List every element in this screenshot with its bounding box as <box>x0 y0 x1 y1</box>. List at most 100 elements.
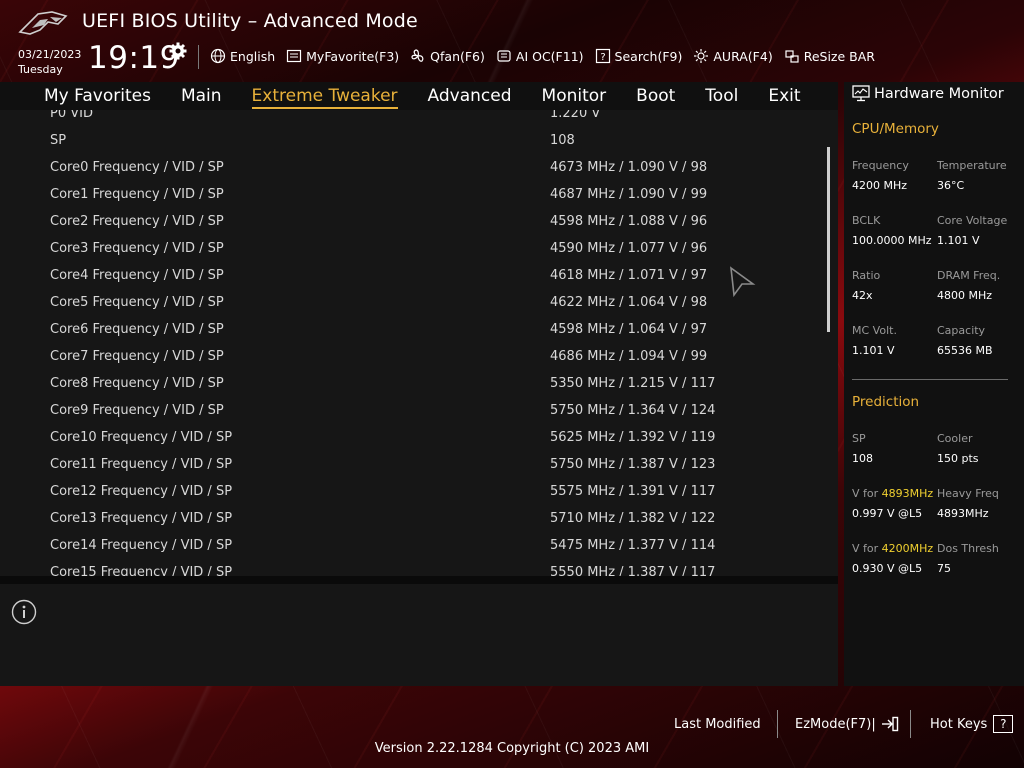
header-separator <box>198 45 199 69</box>
item-value: 5625 MHz / 1.392 V / 119 <box>550 430 716 445</box>
list-item[interactable]: Core7 Frequency / VID / SP 4686 MHz / 1.0… <box>0 344 820 371</box>
hot-keys-label: Hot Keys <box>930 716 988 732</box>
hw-v-for-base-label: V for 4200MHz <box>852 539 933 559</box>
rog-logo-icon <box>18 11 68 35</box>
item-value: 108 <box>550 133 575 148</box>
item-label: Core2 Frequency / VID / SP <box>50 214 224 229</box>
mouse-cursor-icon <box>730 266 756 298</box>
hw-heavy-freq-value: 4893MHz <box>937 507 989 520</box>
item-label: Core12 Frequency / VID / SP <box>50 484 233 499</box>
ai-oc-button[interactable]: AI OC(F11) <box>496 47 584 65</box>
item-value: 4673 MHz / 1.090 V / 98 <box>550 160 708 175</box>
monitor-icon <box>852 85 870 102</box>
hw-dos-thresh-value: 75 <box>937 562 951 575</box>
hw-dos-thresh-label: Dos Thresh <box>937 542 999 555</box>
tab-extreme-tweaker[interactable]: Extreme Tweaker <box>251 85 398 109</box>
hw-core-voltage-value: 1.101 V <box>937 234 980 247</box>
list-item[interactable]: Core10 Frequency / VID / SP 5625 MHz / 1.… <box>0 425 820 452</box>
qfan-label: Qfan(F6) <box>430 48 485 64</box>
list-scrollbar[interactable] <box>827 147 830 332</box>
resize-bar-button[interactable]: ReSize BAR <box>784 47 875 65</box>
date-text: 03/21/2023 <box>18 48 82 61</box>
hw-temperature-label: Temperature <box>937 159 1007 172</box>
hot-keys-button[interactable]: Hot Keys ? <box>930 714 1014 734</box>
item-value: 5710 MHz / 1.382 V / 122 <box>550 511 716 526</box>
item-label: Core5 Frequency / VID / SP <box>50 295 224 310</box>
hardware-monitor-header: Hardware Monitor <box>852 85 1004 102</box>
header: UEFI BIOS Utility – Advanced Mode 03/21/… <box>0 0 1024 82</box>
hw-mc-volt: MC Volt. 1.101 V <box>852 321 897 361</box>
hw-frequency-label: Frequency <box>852 159 909 172</box>
item-label: Core11 Frequency / VID / SP <box>50 457 233 472</box>
item-value: 5475 MHz / 1.377 V / 114 <box>550 538 716 553</box>
aura-button[interactable]: AURA(F4) <box>693 47 773 65</box>
globe-icon <box>210 48 226 64</box>
list-item[interactable]: Core0 Frequency / VID / SP 4673 MHz / 1.0… <box>0 155 820 182</box>
hw-bclk-value: 100.0000 MHz <box>852 234 932 247</box>
tab-monitor[interactable]: Monitor <box>542 85 607 109</box>
tab-advanced[interactable]: Advanced <box>428 85 512 109</box>
list-item[interactable]: Core6 Frequency / VID / SP 4598 MHz / 1.0… <box>0 317 820 344</box>
list-item[interactable]: P0 VID 1.220 V <box>0 110 820 128</box>
ai-oc-label: AI OC(F11) <box>515 48 584 64</box>
toolbar: English MyFavorite(F3) Qfan(F6) AI OC(F1… <box>210 47 875 65</box>
list-item[interactable]: Core15 Frequency / VID / SP 5550 MHz / 1.… <box>0 560 820 576</box>
item-value: 4686 MHz / 1.094 V / 99 <box>550 349 708 364</box>
hw-cooler-label: Cooler <box>937 432 973 445</box>
hw-sp-label: SP <box>852 432 866 445</box>
tab-my-favorites[interactable]: My Favorites <box>44 85 151 109</box>
gear-icon[interactable] <box>169 42 187 60</box>
language-button[interactable]: English <box>210 47 275 65</box>
tab-main[interactable]: Main <box>181 85 222 109</box>
hw-ratio-label: Ratio <box>852 269 881 282</box>
hw-capacity-label: Capacity <box>937 324 986 337</box>
list-item[interactable]: Core2 Frequency / VID / SP 4598 MHz / 1.0… <box>0 209 820 236</box>
list-item[interactable]: Core8 Frequency / VID / SP 5350 MHz / 1.2… <box>0 371 820 398</box>
info-icon <box>11 599 37 625</box>
main-nav: My Favorites Main Extreme Tweaker Advanc… <box>44 85 831 109</box>
list-item[interactable]: Core1 Frequency / VID / SP 4687 MHz / 1.0… <box>0 182 820 209</box>
item-label: Core9 Frequency / VID / SP <box>50 403 224 418</box>
item-label: Core7 Frequency / VID / SP <box>50 349 224 364</box>
list-item[interactable]: Core13 Frequency / VID / SP 5710 MHz / 1.… <box>0 506 820 533</box>
hw-v-for-base: V for 4200MHz 0.930 V @L5 <box>852 539 933 579</box>
item-value: 4687 MHz / 1.090 V / 99 <box>550 187 708 202</box>
aura-label: AURA(F4) <box>713 48 773 64</box>
list-item[interactable]: Core4 Frequency / VID / SP 4618 MHz / 1.0… <box>0 263 820 290</box>
hw-frequency: Frequency 4200 MHz <box>852 156 909 196</box>
last-modified-button[interactable]: Last Modified <box>674 714 761 734</box>
qfan-button[interactable]: Qfan(F6) <box>410 47 485 65</box>
list-item[interactable]: Core9 Frequency / VID / SP 5750 MHz / 1.3… <box>0 398 820 425</box>
footer-separator <box>777 710 778 738</box>
hw-core-voltage: Core Voltage 1.101 V <box>937 211 1007 251</box>
list-item[interactable]: Core3 Frequency / VID / SP 4590 MHz / 1.0… <box>0 236 820 263</box>
list-item[interactable]: Core5 Frequency / VID / SP 4622 MHz / 1.0… <box>0 290 820 317</box>
hw-v-for-heavy-label: V for 4893MHz <box>852 484 933 504</box>
hw-frequency-value: 4200 MHz <box>852 179 908 192</box>
svg-text:?: ? <box>600 52 605 63</box>
tab-exit[interactable]: Exit <box>768 85 800 109</box>
item-label: SP <box>50 133 67 148</box>
list-item[interactable]: SP 108 <box>0 128 820 155</box>
list-item[interactable]: Core14 Frequency / VID / SP 5475 MHz / 1.… <box>0 533 820 560</box>
myfavorite-button[interactable]: MyFavorite(F3) <box>286 47 399 65</box>
ezmode-label: EzMode(F7)| <box>795 716 876 732</box>
list-item[interactable]: Core12 Frequency / VID / SP 5575 MHz / 1.… <box>0 479 820 506</box>
tab-tool[interactable]: Tool <box>705 85 738 109</box>
settings-list[interactable]: P0 VID 1.220 V SP 108 Core0 Frequency / VI… <box>0 110 838 576</box>
search-button[interactable]: ? Search(F9) <box>595 47 683 65</box>
item-label: Core14 Frequency / VID / SP <box>50 538 233 553</box>
ezmode-button[interactable]: EzMode(F7)| <box>795 714 899 734</box>
search-label: Search(F9) <box>614 48 683 64</box>
item-label: Core10 Frequency / VID / SP <box>50 430 233 445</box>
exit-arrow-icon <box>881 716 898 732</box>
hw-heavy-freq-label: Heavy Freq <box>937 487 999 500</box>
hw-dram-freq-label: DRAM Freq. <box>937 269 1001 282</box>
list-item[interactable]: Core11 Frequency / VID / SP 5750 MHz / 1.… <box>0 452 820 479</box>
date-display: 03/21/2023 Tuesday <box>18 47 81 77</box>
item-value: 4598 MHz / 1.064 V / 97 <box>550 322 708 337</box>
language-label: English <box>230 48 276 64</box>
item-value: 1.220 V <box>550 110 601 121</box>
hw-temperature: Temperature 36°C <box>937 156 1007 196</box>
tab-boot[interactable]: Boot <box>636 85 675 109</box>
